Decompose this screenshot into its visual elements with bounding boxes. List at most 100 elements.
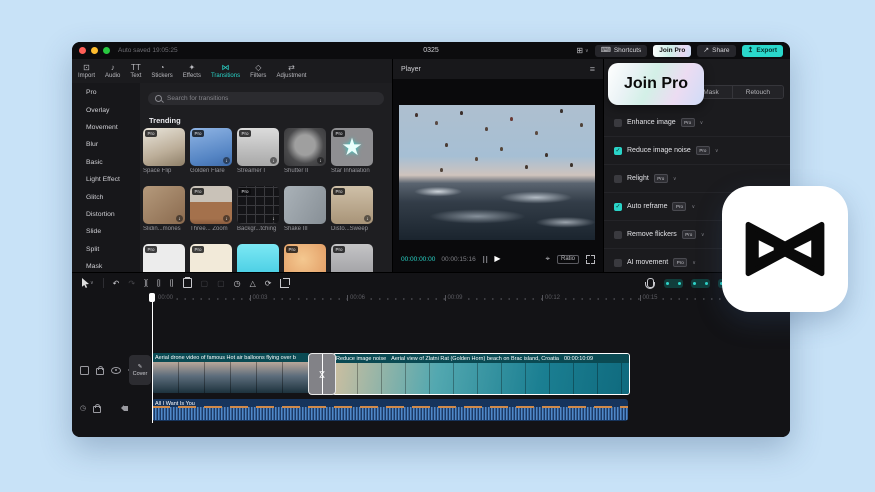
split-left-icon[interactable]: [| bbox=[157, 279, 161, 288]
export-button[interactable]: ↥Export bbox=[742, 45, 783, 57]
ratio-button[interactable]: Ratio bbox=[557, 255, 579, 264]
crop-icon[interactable] bbox=[280, 279, 289, 288]
sidebar-item-overlay[interactable]: Overlay bbox=[72, 101, 140, 118]
transition-card-three-zoom[interactable]: Pro↓Three... Zoom bbox=[190, 186, 232, 234]
split-right-icon[interactable]: |] bbox=[170, 279, 174, 288]
audio-clip[interactable]: All I Want Is You bbox=[152, 399, 628, 421]
media-tab-filters[interactable]: ◇Filters bbox=[246, 59, 270, 83]
close-window-button[interactable] bbox=[79, 47, 86, 54]
video-clip-1[interactable]: Aerial drone video of famous Hot air bal… bbox=[152, 353, 310, 393]
main-track-icon[interactable] bbox=[80, 366, 89, 375]
sidebar-item-blur[interactable]: Blur bbox=[72, 136, 140, 153]
checkbox[interactable]: ✓ bbox=[614, 203, 622, 211]
sidebar-item-distortion[interactable]: Distortion bbox=[72, 206, 140, 223]
play-button[interactable]: ▶ bbox=[494, 255, 500, 263]
sidebar-item-movement[interactable]: Movement bbox=[72, 119, 140, 136]
freeze-frame-icon[interactable]: ◷ bbox=[234, 279, 241, 288]
transition-card-backgr-tching[interactable]: Pro↓Backgr...tching bbox=[237, 186, 279, 234]
transitions-icon: ⋈ bbox=[222, 63, 230, 72]
mute-icon[interactable] bbox=[124, 406, 128, 411]
sidebar-item-light-effect[interactable]: Light Effect bbox=[72, 171, 140, 188]
media-tab-import[interactable]: ⊡Import bbox=[74, 59, 99, 83]
share-icon: ↗ bbox=[703, 47, 709, 54]
fullscreen-icon[interactable] bbox=[586, 255, 595, 264]
checkbox[interactable]: ✓ bbox=[614, 231, 622, 239]
transition-card-space-flip[interactable]: ProSpace Flip bbox=[143, 128, 185, 176]
cover-button[interactable]: ✎ Cover bbox=[129, 355, 151, 385]
clock-icon[interactable]: ◷ bbox=[80, 404, 86, 412]
lock-icon[interactable] bbox=[96, 368, 104, 375]
transition-card-shake-iii[interactable]: Shake III bbox=[284, 186, 326, 234]
media-tab-adjustment[interactable]: ⇄Adjustment bbox=[272, 59, 310, 83]
checkbox[interactable]: ✓ bbox=[614, 147, 622, 155]
checkbox[interactable]: ✓ bbox=[614, 259, 622, 267]
select-tool-icon[interactable]: ∨ bbox=[81, 278, 94, 288]
chevron-down-icon: ∨ bbox=[673, 176, 677, 182]
transition-card[interactable]: Pro bbox=[143, 244, 185, 272]
transition-handle[interactable]: ⋈ bbox=[308, 353, 336, 395]
shortcuts-button[interactable]: ⌨Shortcuts bbox=[595, 45, 648, 57]
transition-card-star-inhalation[interactable]: ProStar Inhalation bbox=[331, 128, 373, 176]
player-menu-icon[interactable]: ≡ bbox=[590, 64, 595, 74]
pro-badge: Pro bbox=[682, 230, 696, 239]
pause-icon[interactable] bbox=[483, 256, 488, 263]
media-tab-transitions[interactable]: ⋈Transitions bbox=[207, 59, 244, 83]
adjustment-icon: ⇄ bbox=[288, 63, 295, 72]
subtab-retouch[interactable]: Retouch bbox=[732, 86, 783, 98]
join-pro-card[interactable]: Join Pro bbox=[608, 63, 704, 105]
pro-badge: Pro bbox=[333, 188, 345, 195]
transition-card[interactable] bbox=[237, 244, 279, 272]
checkbox[interactable]: ✓ bbox=[614, 175, 622, 183]
auto-snap-toggle[interactable] bbox=[691, 279, 710, 288]
sidebar-item-basic[interactable]: Basic bbox=[72, 154, 140, 171]
download-icon[interactable]: ↓ bbox=[270, 215, 277, 222]
split-icon[interactable]: ][ bbox=[144, 279, 148, 288]
download-icon[interactable]: ↓ bbox=[270, 157, 277, 164]
media-tab-audio[interactable]: ♪Audio bbox=[101, 59, 124, 83]
option-enhance-image[interactable]: ✓Enhance imagePro∨ bbox=[604, 109, 790, 137]
redo-icon[interactable]: ↷ bbox=[128, 279, 135, 288]
transition-card-streamer-i[interactable]: Pro↓Streamer I bbox=[237, 128, 279, 176]
media-tab-stickers[interactable]: ◔Stickers bbox=[147, 59, 176, 83]
rotate-icon[interactable]: ⟳ bbox=[265, 279, 272, 288]
transition-card[interactable]: Pro bbox=[284, 244, 326, 272]
transition-card-golden-flare[interactable]: Pro↓Golden Flare bbox=[190, 128, 232, 176]
transition-card[interactable]: Pro bbox=[190, 244, 232, 272]
download-icon[interactable]: ↓ bbox=[176, 215, 183, 222]
transition-card-shutter-ii[interactable]: ↓Shutter II bbox=[284, 128, 326, 176]
download-icon[interactable]: ↓ bbox=[223, 157, 230, 164]
minimize-window-button[interactable] bbox=[91, 47, 98, 54]
transition-card-disto-sweep[interactable]: Pro↓Disto...Sweep bbox=[331, 186, 373, 234]
timeline-ruler[interactable]: 00:0000:0300:0600:0900:1200:1500:18 bbox=[72, 293, 790, 305]
transition-card[interactable]: Pro bbox=[331, 244, 373, 272]
media-tab-effects[interactable]: ✦Effects bbox=[179, 59, 205, 83]
video-clip-2[interactable]: Reduce image noise Aerial view of Zlatni… bbox=[332, 353, 630, 395]
main-track-magnet-toggle[interactable] bbox=[664, 279, 683, 288]
download-icon[interactable]: ↓ bbox=[317, 157, 324, 164]
sidebar-item-split[interactable]: Split bbox=[72, 241, 140, 258]
media-tab-text[interactable]: TTText bbox=[126, 59, 145, 83]
search-input[interactable]: Search for transitions bbox=[148, 92, 384, 105]
join-pro-button[interactable]: Join Pro bbox=[653, 45, 691, 57]
sidebar-item-glitch[interactable]: Glitch bbox=[72, 188, 140, 205]
delete-icon[interactable] bbox=[183, 278, 192, 288]
download-icon[interactable]: ↓ bbox=[223, 215, 230, 222]
sidebar-item-pro[interactable]: Pro bbox=[72, 84, 140, 101]
playhead-line[interactable] bbox=[152, 293, 153, 423]
mirror-icon[interactable]: △ bbox=[250, 279, 256, 288]
checkbox[interactable]: ✓ bbox=[614, 119, 622, 127]
preview-quality-icon[interactable]: ⌖ bbox=[545, 254, 550, 264]
maximize-window-button[interactable] bbox=[103, 47, 110, 54]
transition-card-slidin-mories[interactable]: ↓Slidin...mories bbox=[143, 186, 185, 234]
lock-icon[interactable] bbox=[93, 406, 101, 413]
layout-grid-button[interactable]: ⊞∨ bbox=[576, 46, 588, 55]
share-button[interactable]: ↗Share bbox=[697, 45, 735, 57]
sidebar-item-slide[interactable]: Slide bbox=[72, 223, 140, 240]
visibility-icon[interactable] bbox=[111, 367, 121, 374]
video-preview[interactable] bbox=[399, 105, 595, 240]
download-icon[interactable]: ↓ bbox=[364, 215, 371, 222]
option-reduce-image-noise[interactable]: ✓Reduce image noisePro∨ bbox=[604, 137, 790, 165]
undo-icon[interactable]: ↶ bbox=[113, 279, 120, 288]
voiceover-mic-icon[interactable] bbox=[647, 278, 656, 288]
playhead-handle[interactable] bbox=[149, 293, 155, 302]
